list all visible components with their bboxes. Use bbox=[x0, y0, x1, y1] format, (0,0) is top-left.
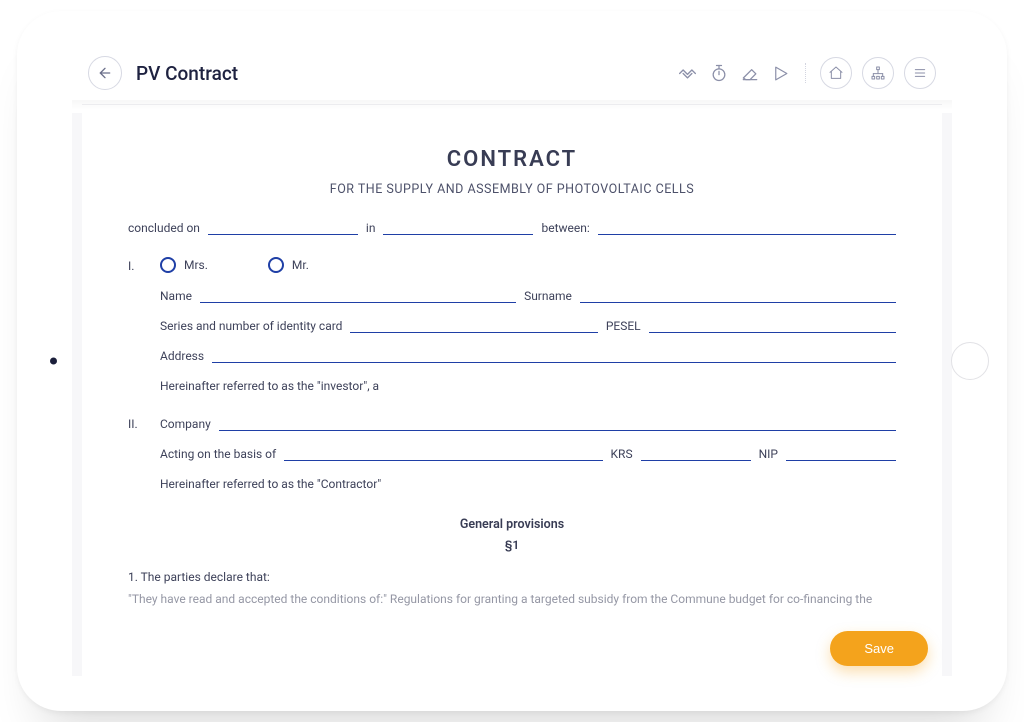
radio-circle-icon bbox=[160, 257, 176, 273]
label-company: Company bbox=[160, 417, 211, 431]
sitemap-button[interactable] bbox=[862, 57, 894, 89]
paragraph-marker: §1 bbox=[128, 538, 896, 552]
bottom-fade bbox=[82, 616, 942, 676]
input-place[interactable] bbox=[383, 219, 533, 235]
arrow-left-icon bbox=[97, 65, 113, 81]
radio-mr-label: Mr. bbox=[292, 258, 309, 272]
label-pesel: PESEL bbox=[606, 319, 641, 333]
stopwatch-icon[interactable] bbox=[708, 63, 729, 84]
contract-document: CONTRACT FOR THE SUPPLY AND ASSEMBLY OF … bbox=[82, 113, 942, 676]
general-provisions-title: General provisions bbox=[128, 517, 896, 532]
input-nip[interactable] bbox=[786, 445, 896, 461]
handshake-icon[interactable] bbox=[677, 63, 698, 84]
party1-hereafter: Hereinafter referred to as the "investor… bbox=[160, 379, 896, 393]
doc-subtitle: FOR THE SUPPLY AND ASSEMBLY OF PHOTOVOLT… bbox=[128, 182, 896, 197]
label-acting: Acting on the basis of bbox=[160, 447, 276, 461]
back-button[interactable] bbox=[88, 56, 122, 90]
menu-button[interactable] bbox=[904, 57, 936, 89]
roman-2: II. bbox=[128, 415, 146, 491]
radio-circle-icon bbox=[268, 257, 284, 273]
label-nip: NIP bbox=[759, 447, 778, 461]
party-2-section: II. Company Acting on the basis of KRS N… bbox=[128, 415, 896, 491]
play-icon[interactable] bbox=[770, 63, 791, 84]
input-company[interactable] bbox=[219, 415, 896, 431]
gp-point-1: 1. The parties declare that: bbox=[128, 570, 896, 584]
roman-1: I. bbox=[128, 257, 146, 393]
doc-heading: CONTRACT bbox=[128, 147, 896, 172]
row-concluded: concluded on in between: bbox=[128, 219, 896, 235]
page-title: PV Contract bbox=[136, 62, 238, 85]
radio-mrs-label: Mrs. bbox=[184, 258, 208, 272]
input-krs[interactable] bbox=[641, 445, 751, 461]
input-date[interactable] bbox=[208, 219, 358, 235]
toolbar-separator bbox=[805, 63, 806, 83]
menu-icon bbox=[912, 65, 928, 81]
input-idcard[interactable] bbox=[350, 317, 597, 333]
input-acting[interactable] bbox=[284, 445, 602, 461]
radio-mr[interactable]: Mr. bbox=[268, 257, 309, 273]
gp-point-1-text: "They have read and accepted the conditi… bbox=[128, 592, 896, 606]
eraser-icon[interactable] bbox=[739, 63, 760, 84]
tablet-frame: PV Contract bbox=[17, 11, 1007, 711]
sitemap-icon bbox=[870, 65, 886, 81]
input-name[interactable] bbox=[200, 287, 516, 303]
input-address[interactable] bbox=[212, 347, 896, 363]
appbar-actions bbox=[677, 57, 936, 89]
home-button[interactable] bbox=[820, 57, 852, 89]
label-surname: Surname bbox=[524, 289, 572, 303]
input-between[interactable] bbox=[598, 219, 896, 235]
app: PV Contract bbox=[82, 46, 942, 676]
label-krs: KRS bbox=[611, 447, 633, 461]
label-concluded-on: concluded on bbox=[128, 221, 200, 235]
label-address: Address bbox=[160, 349, 204, 363]
input-pesel[interactable] bbox=[649, 317, 896, 333]
save-button[interactable]: Save bbox=[830, 631, 928, 666]
input-surname[interactable] bbox=[580, 287, 896, 303]
party2-hereafter: Hereinafter referred to as the "Contract… bbox=[160, 477, 896, 491]
document-stage: CONTRACT FOR THE SUPPLY AND ASSEMBLY OF … bbox=[72, 113, 952, 676]
label-between: between: bbox=[541, 221, 589, 235]
home-icon bbox=[828, 65, 844, 81]
label-name: Name bbox=[160, 289, 192, 303]
label-idcard: Series and number of identity card bbox=[160, 319, 342, 333]
app-bar: PV Contract bbox=[82, 46, 942, 105]
radio-mrs[interactable]: Mrs. bbox=[160, 257, 208, 273]
label-in: in bbox=[366, 221, 376, 235]
party-1-section: I. Mrs. Mr. bbox=[128, 257, 896, 393]
